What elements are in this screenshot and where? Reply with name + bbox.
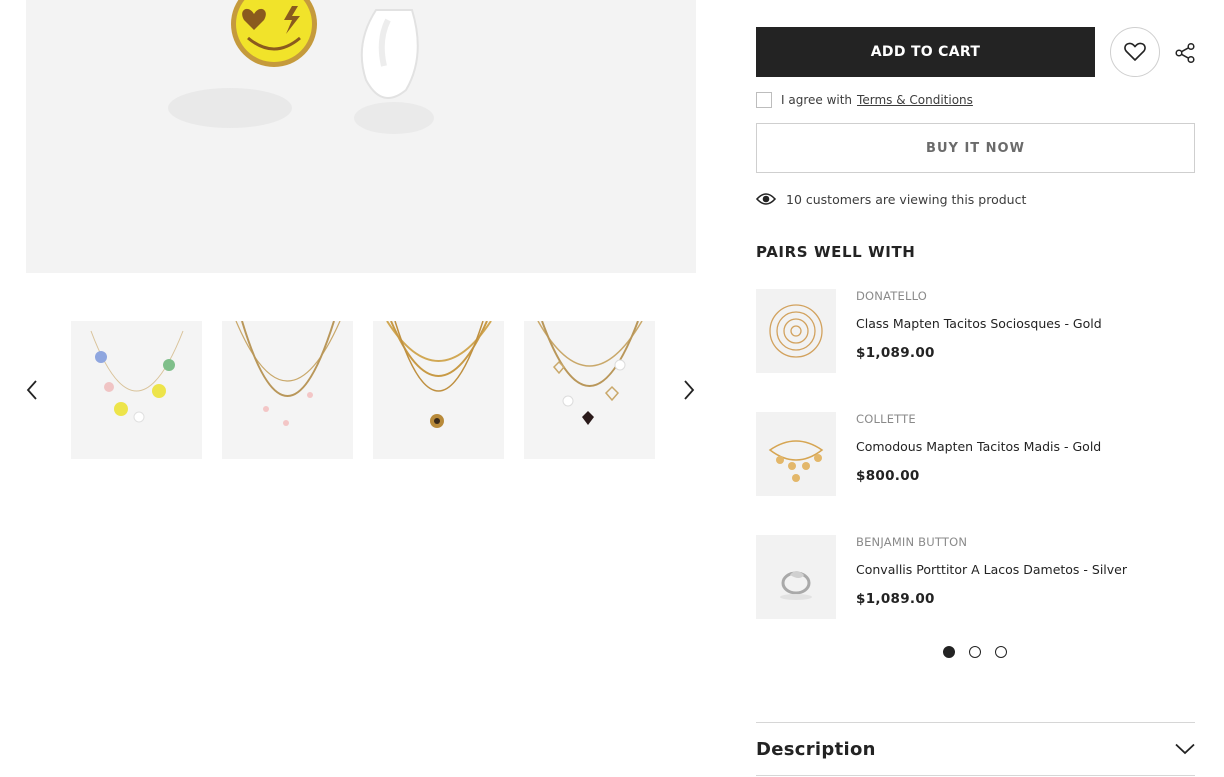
pairs-pagination (943, 646, 1007, 658)
viewing-count: 10 customers are viewing this product (756, 189, 1026, 209)
thumbnails-next-button[interactable] (679, 375, 699, 405)
pair-item-name[interactable]: Class Mapten Tacitos Sociosques - Gold (856, 316, 1102, 331)
pair-item: COLLETTE Comodous Mapten Tacitos Madis -… (756, 412, 1196, 496)
layered-necklace-thumbnail (235, 321, 341, 426)
thumbnail-1[interactable] (71, 321, 202, 459)
terms-link[interactable]: Terms & Conditions (857, 93, 973, 107)
chevron-left-icon (26, 380, 37, 400)
pair-item-price: $800.00 (856, 468, 920, 484)
gold-chain-necklace-thumbnail (386, 321, 492, 428)
share-icon (1175, 42, 1195, 64)
silver-ring-image (780, 571, 812, 600)
pagination-dot-2[interactable] (969, 646, 981, 658)
description-title: Description (756, 738, 876, 760)
chevron-right-icon (684, 380, 695, 400)
pair-item: DONATELLO Class Mapten Tacitos Sociosque… (756, 289, 1196, 373)
pair-item-image[interactable] (756, 412, 836, 496)
pair-item: BENJAMIN BUTTON Convallis Porttitor A La… (756, 535, 1196, 619)
pair-item-name[interactable]: Comodous Mapten Tacitos Madis - Gold (856, 439, 1101, 454)
heart-icon (1124, 42, 1146, 61)
pagination-dot-1[interactable] (943, 646, 955, 658)
pagination-dot-3[interactable] (995, 646, 1007, 658)
wishlist-button[interactable] (1110, 27, 1160, 77)
pair-item-vendor: COLLETTE (856, 412, 916, 426)
pair-item-vendor: BENJAMIN BUTTON (856, 535, 968, 549)
agree-label: I agree with (781, 93, 853, 107)
pair-item-vendor: DONATELLO (856, 289, 928, 303)
buy-it-now-button[interactable]: BUY IT NOW (756, 123, 1195, 173)
main-product-image[interactable] (26, 0, 696, 273)
eye-icon (756, 192, 776, 206)
terms-checkbox[interactable] (756, 92, 772, 108)
pair-item-price: $1,089.00 (856, 591, 935, 607)
thumbnails-prev-button[interactable] (22, 375, 42, 405)
pair-item-image[interactable] (756, 289, 836, 373)
pair-item-name[interactable]: Convallis Porttitor A Lacos Dametos - Si… (856, 562, 1127, 577)
thumbnail-3[interactable] (373, 321, 504, 459)
spiral-earrings-image (769, 304, 823, 358)
add-to-cart-button[interactable]: ADD TO CART (756, 27, 1095, 77)
thumbnail-2[interactable] (222, 321, 353, 459)
thumbnail-4[interactable] (524, 321, 655, 459)
description-accordion[interactable]: Description (756, 722, 1195, 776)
charm-bracelet-image (768, 440, 824, 482)
viewing-text: 10 customers are viewing this product (786, 191, 1027, 207)
share-button[interactable] (1172, 40, 1198, 66)
pair-item-price: $1,089.00 (856, 345, 935, 361)
pair-item-image[interactable] (756, 535, 836, 619)
charm-necklace-thumbnail (90, 330, 184, 423)
heart-charm-necklace-thumbnail (537, 321, 643, 425)
earrings-product-image (168, 0, 434, 134)
chevron-down-icon (1175, 743, 1195, 755)
terms-agreement: I agree with Terms & Conditions (756, 91, 973, 109)
pairs-well-with-title: PAIRS WELL WITH (756, 243, 916, 261)
